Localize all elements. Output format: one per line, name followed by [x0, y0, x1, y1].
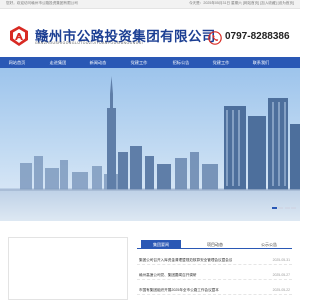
news-list-item[interactable]: 赣州高速公司党、集团要闻召开调研 2025-05-27	[137, 270, 292, 280]
nav-item-party-work[interactable]: 党建工作	[206, 57, 236, 68]
nav-item-news[interactable]: 新闻动态	[83, 57, 113, 68]
carousel-dot[interactable]	[278, 207, 283, 209]
tab-project-updates[interactable]: 项目动态	[195, 240, 235, 249]
news-title[interactable]: 市国有集团组织开展2025年全市公路工作会议暨本	[139, 288, 219, 293]
nav-item-party-building[interactable]: 党建工作	[124, 57, 154, 68]
carousel-dot[interactable]	[291, 207, 296, 209]
phone-icon	[208, 31, 222, 45]
news-list-item[interactable]: 市国有集团组织开展2025年全市公路工作会议暨本 2025-05-22	[137, 285, 292, 295]
tab-announcements[interactable]: 公示公告	[249, 240, 289, 249]
news-tabs: 集团要闻 项目动态 公示公告	[137, 240, 292, 249]
company-logo-icon[interactable]	[9, 25, 29, 47]
news-date: 2025-05-22	[272, 288, 290, 292]
carousel-dot[interactable]	[284, 207, 290, 209]
date-and-links[interactable]: 今天是：2025年05月31日 星期六 [网站首页] [加入收藏] [设为首页]	[189, 1, 294, 6]
carousel-indicators	[271, 207, 296, 209]
welcome-text: 您好，欢迎访问赣州市公路投资集团有限公司	[6, 1, 78, 5]
main-navigation: 网站首页 走进集团 新闻动态 党建工作 招标公告 党建工作 联系我们	[0, 57, 300, 68]
news-title[interactable]: 赣州高速公司党、集团要闻召开调研	[139, 273, 197, 278]
hotline-number: 0797-8288386	[225, 31, 290, 42]
nav-item-contact[interactable]: 联系我们	[246, 57, 276, 68]
top-info-bar: 您好，欢迎访问赣州市公路投资集团有限公司 今天是：2025年05月31日 星期六…	[0, 0, 300, 9]
site-header: 赣州市公路投资集团有限公司 GANZHOUSHIGONGLUTOUZIJITUA…	[0, 9, 300, 57]
nav-item-about[interactable]: 走进集团	[43, 57, 73, 68]
nav-item-home[interactable]: 网站首页	[2, 57, 32, 68]
city-skyline-image	[0, 68, 300, 221]
hero-banner[interactable]	[0, 68, 300, 221]
news-list-item[interactable]: 集团公司召开入库资金清理暨规范核算安全管理会议暨会议 2025-05-31	[137, 255, 292, 265]
carousel-dot[interactable]	[271, 207, 277, 209]
news-title[interactable]: 集团公司召开入库资金清理暨规范核算安全管理会议暨会议	[139, 258, 232, 263]
featured-image-box[interactable]	[8, 237, 128, 300]
tab-group-news[interactable]: 集团要闻	[141, 240, 181, 249]
nav-item-tender[interactable]: 招标公告	[166, 57, 196, 68]
company-subtitle-pinyin: GANZHOUSHIGONGLUTOUZIJITUANYOUXIANGONGSI	[35, 41, 144, 45]
news-date: 2025-05-27	[272, 273, 290, 277]
news-date: 2025-05-31	[272, 258, 290, 262]
